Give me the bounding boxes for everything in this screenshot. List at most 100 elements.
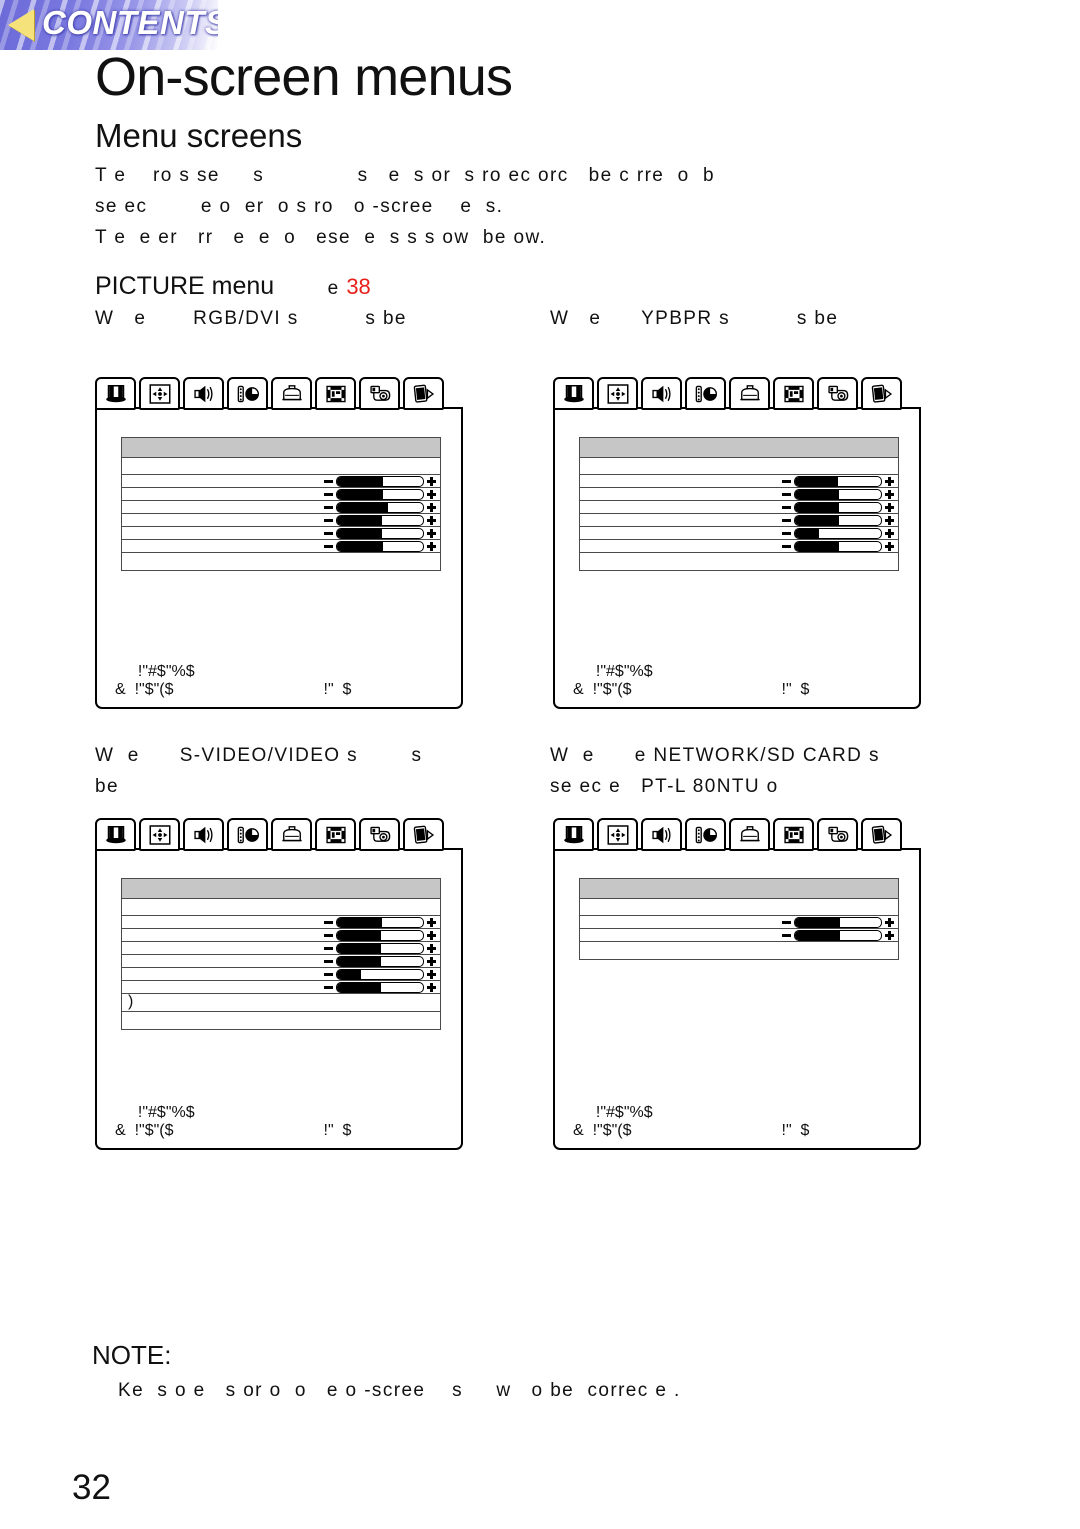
slider-track[interactable] (336, 917, 424, 928)
slider-track[interactable] (336, 515, 424, 526)
minus-icon[interactable] (782, 934, 791, 937)
plus-icon[interactable] (427, 970, 436, 979)
slider-track[interactable] (794, 528, 882, 539)
minus-icon[interactable] (782, 921, 791, 924)
osd-slider[interactable] (782, 488, 894, 501)
minus-icon[interactable] (324, 947, 333, 950)
network-tab[interactable] (817, 377, 858, 410)
card-tab[interactable] (403, 818, 444, 851)
timer-tab[interactable] (227, 818, 268, 851)
osd-panel-ypbpr[interactable]: !"#$"%$ & !"$"($ !" $ (553, 377, 921, 709)
picture-menu-ref-page[interactable]: 38 (346, 274, 370, 299)
picture-tab[interactable] (95, 377, 136, 410)
osd-slider[interactable] (324, 501, 436, 514)
osd-slider-row[interactable] (122, 942, 440, 955)
osd-slider-row[interactable] (122, 540, 440, 553)
lamp-tab[interactable] (729, 377, 770, 410)
shift-tab[interactable] (315, 818, 356, 851)
minus-icon[interactable] (324, 921, 333, 924)
plus-icon[interactable] (427, 983, 436, 992)
minus-icon[interactable] (782, 493, 791, 496)
minus-icon[interactable] (324, 493, 333, 496)
osd-slider-row[interactable] (580, 540, 898, 553)
osd-slider[interactable] (324, 916, 436, 929)
osd-slider[interactable] (324, 488, 436, 501)
plus-icon[interactable] (885, 931, 894, 940)
osd-panel-network-sdcard[interactable]: !"#$"%$ & !"$"($ !" $ (553, 818, 921, 1150)
audio-tab[interactable] (183, 818, 224, 851)
osd-slider-row[interactable] (580, 475, 898, 488)
slider-track[interactable] (336, 982, 424, 993)
picture-tab[interactable] (553, 377, 594, 410)
osd-slider-row[interactable] (122, 929, 440, 942)
position-tab[interactable] (139, 818, 180, 851)
minus-icon[interactable] (324, 934, 333, 937)
osd-slider-row[interactable] (122, 527, 440, 540)
osd-slider-row[interactable] (122, 981, 440, 994)
minus-icon[interactable] (324, 506, 333, 509)
minus-icon[interactable] (324, 973, 333, 976)
plus-icon[interactable] (427, 957, 436, 966)
osd-slider[interactable] (782, 475, 894, 488)
osd-slider[interactable] (324, 514, 436, 527)
plus-icon[interactable] (427, 529, 436, 538)
shift-tab[interactable] (773, 818, 814, 851)
plus-icon[interactable] (885, 516, 894, 525)
slider-track[interactable] (336, 502, 424, 513)
osd-slider[interactable] (782, 514, 894, 527)
osd-slider-row[interactable] (580, 916, 898, 929)
position-tab[interactable] (597, 818, 638, 851)
slider-track[interactable] (336, 930, 424, 941)
plus-icon[interactable] (427, 516, 436, 525)
osd-slider-row[interactable] (122, 955, 440, 968)
position-tab[interactable] (139, 377, 180, 410)
osd-slider[interactable] (782, 527, 894, 540)
slider-track[interactable] (794, 476, 882, 487)
minus-icon[interactable] (782, 519, 791, 522)
minus-icon[interactable] (324, 480, 333, 483)
position-tab[interactable] (597, 377, 638, 410)
lamp-tab[interactable] (271, 818, 312, 851)
plus-icon[interactable] (427, 931, 436, 940)
minus-icon[interactable] (782, 506, 791, 509)
shift-tab[interactable] (315, 377, 356, 410)
osd-slider[interactable] (324, 955, 436, 968)
osd-slider[interactable] (324, 475, 436, 488)
osd-slider-row[interactable] (122, 475, 440, 488)
osd-slider-row[interactable] (580, 514, 898, 527)
minus-icon[interactable] (324, 519, 333, 522)
slider-track[interactable] (794, 541, 882, 552)
slider-track[interactable] (336, 489, 424, 500)
minus-icon[interactable] (782, 545, 791, 548)
osd-slider-row[interactable] (122, 916, 440, 929)
osd-slider[interactable] (324, 981, 436, 994)
plus-icon[interactable] (885, 490, 894, 499)
osd-slider-row[interactable] (122, 514, 440, 527)
card-tab[interactable] (403, 377, 444, 410)
slider-track[interactable] (794, 502, 882, 513)
osd-panel-svideo-video[interactable]: ) !"#$"%$ & !"$"($ !" $ (95, 818, 463, 1150)
osd-slider-row[interactable] (122, 501, 440, 514)
osd-slider-row[interactable] (580, 527, 898, 540)
minus-icon[interactable] (324, 545, 333, 548)
slider-track[interactable] (336, 943, 424, 954)
slider-track[interactable] (336, 541, 424, 552)
shift-tab[interactable] (773, 377, 814, 410)
audio-tab[interactable] (641, 818, 682, 851)
minus-icon[interactable] (324, 960, 333, 963)
contents-banner[interactable]: CONTENTS (0, 0, 218, 50)
picture-tab[interactable] (95, 818, 136, 851)
slider-track[interactable] (336, 969, 424, 980)
slider-track[interactable] (794, 930, 882, 941)
lamp-tab[interactable] (271, 377, 312, 410)
osd-slider[interactable] (324, 942, 436, 955)
slider-track[interactable] (794, 515, 882, 526)
plus-icon[interactable] (427, 477, 436, 486)
minus-icon[interactable] (782, 480, 791, 483)
timer-tab[interactable] (685, 818, 726, 851)
osd-slider-row[interactable] (580, 929, 898, 942)
osd-slider-row[interactable] (580, 488, 898, 501)
network-tab[interactable] (359, 818, 400, 851)
slider-track[interactable] (336, 476, 424, 487)
slider-track[interactable] (336, 956, 424, 967)
